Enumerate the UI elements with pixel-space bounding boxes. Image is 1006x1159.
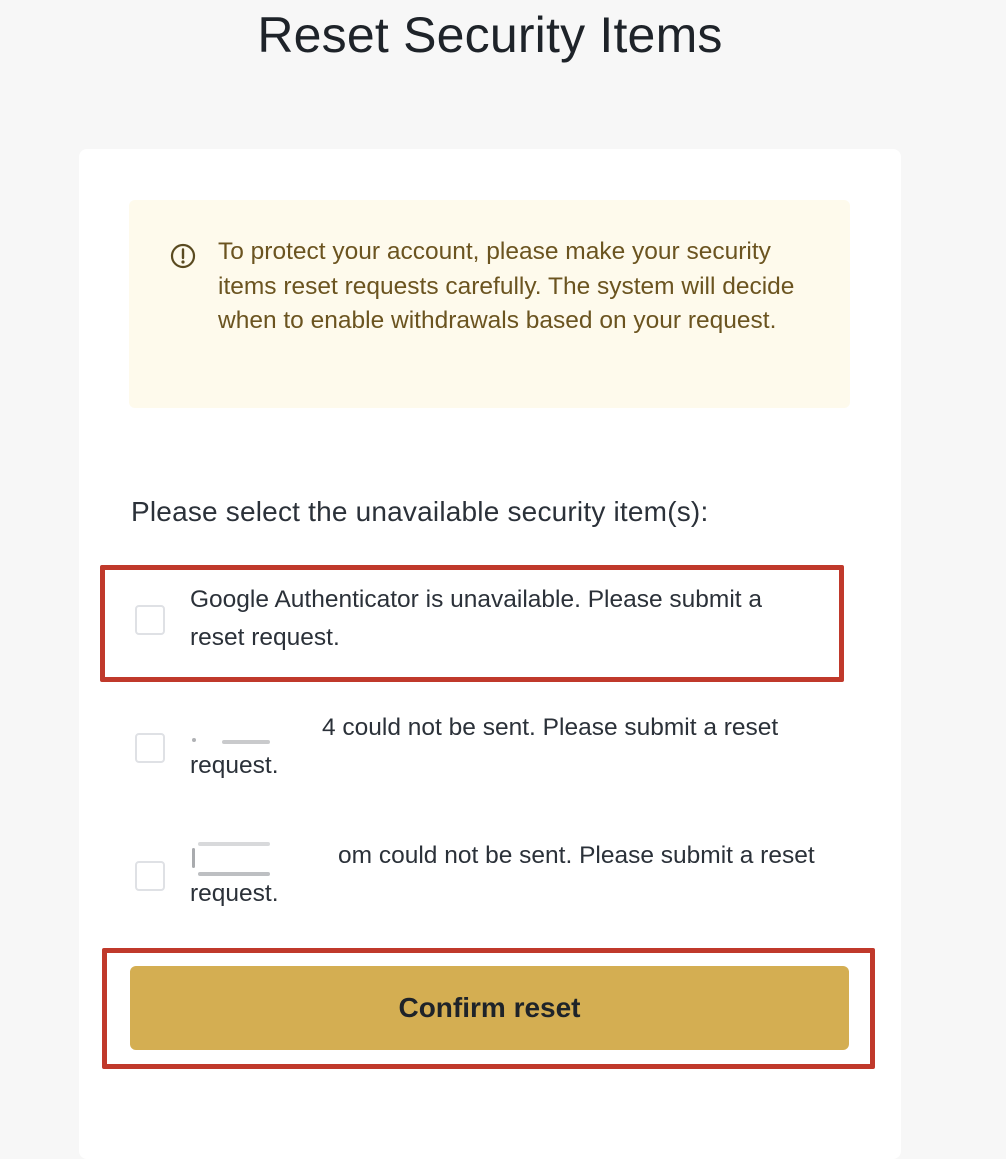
- info-circle-icon: [170, 243, 196, 269]
- highlight-frame: [100, 565, 844, 682]
- checkbox[interactable]: [135, 733, 165, 763]
- option-label: 4 could not be sent. Please submit a res…: [190, 714, 779, 779]
- notice-text: To protect your account, please make you…: [218, 238, 795, 334]
- option-label: om could not be sent. Please submit a re…: [190, 842, 815, 907]
- section-label: Please select the unavailable security i…: [131, 496, 709, 527]
- highlight-frame: [102, 948, 875, 1069]
- security-option-phone[interactable]: 4 could not be sent. Please submit a res…: [129, 708, 849, 788]
- security-option-email[interactable]: om could not be sent. Please submit a re…: [129, 836, 849, 916]
- page-title: Reset Security Items: [257, 7, 723, 63]
- checkbox[interactable]: [135, 861, 165, 891]
